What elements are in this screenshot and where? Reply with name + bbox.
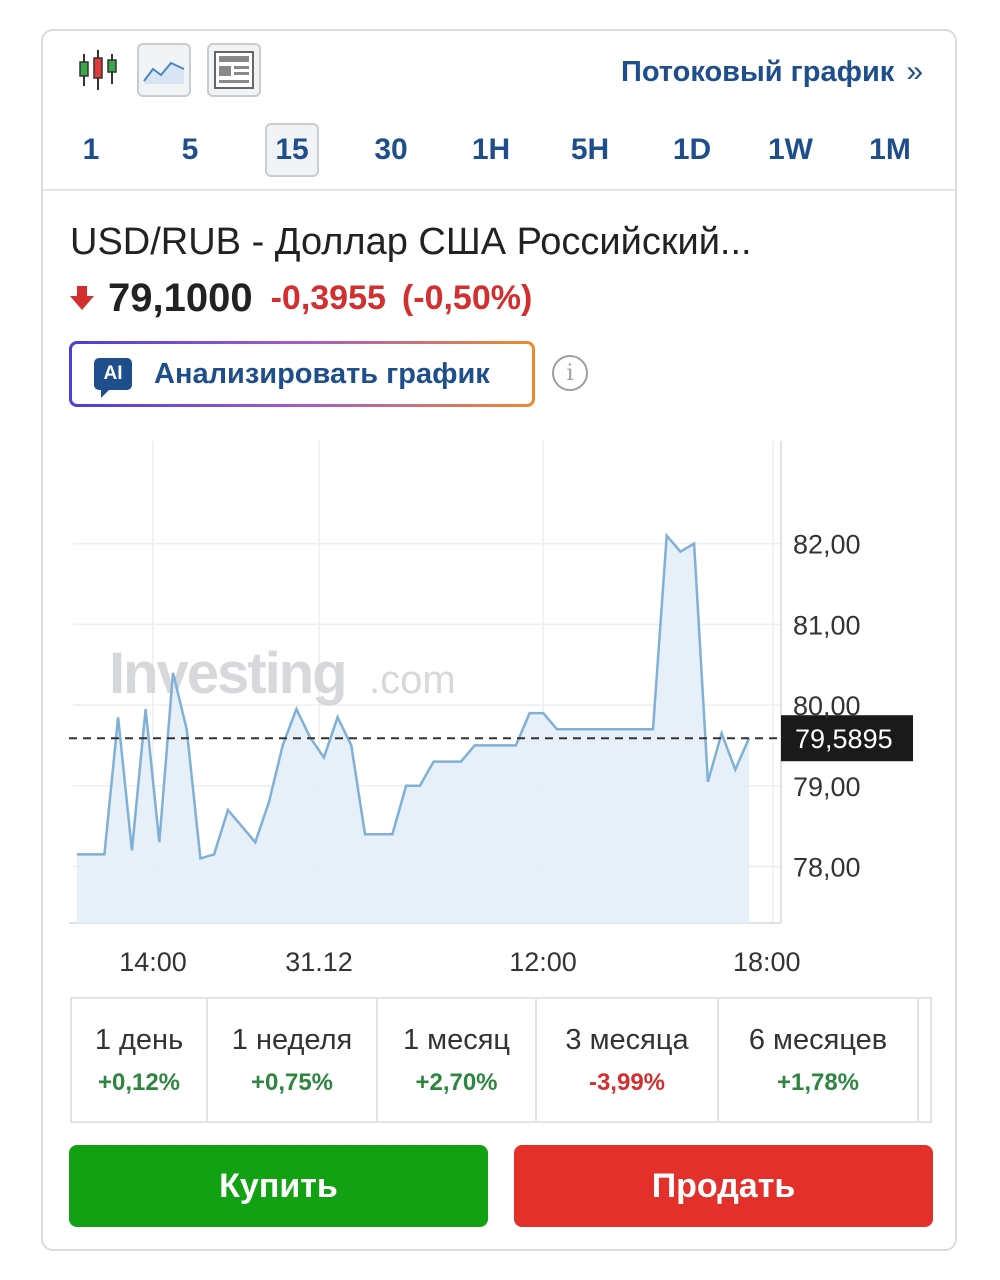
interval-30[interactable]: 30 [364,123,418,177]
x-tick-label: 31.12 [285,947,353,977]
interval-1m[interactable]: 1M [863,123,917,177]
interval-5[interactable]: 5 [163,123,217,177]
interval-selector: 1 5 15 30 1H 5H 1D 1W 1M [43,123,955,179]
x-tick-label: 18:00 [733,947,801,977]
price-chart[interactable]: Investing .com 79,5895 82,00 81,00 80,00 79… [43,441,955,981]
header-divider [43,189,955,191]
buy-button[interactable]: Купить [69,1145,488,1227]
period-name: 1 день [94,1023,184,1056]
chart-toolbar: Потоковый график » [71,41,931,101]
period-change: +1,78% [776,1068,860,1096]
period-cell[interactable]: 3 месяца -3,99% [537,999,719,1121]
interval-1d[interactable]: 1D [665,123,719,177]
period-cell[interactable]: 6 месяцев +1,78% [719,999,919,1121]
y-tick-label: 80,00 [793,691,861,721]
ai-badge-icon: AI [94,358,132,398]
interval-1[interactable]: 1 [64,123,118,177]
news-view-button[interactable] [207,43,261,97]
candlestick-chart-button[interactable] [71,43,125,97]
watermark-brand: Investing [109,641,346,706]
x-tick-label: 14:00 [119,947,187,977]
candles-icon [79,50,117,90]
analyze-chart-button[interactable]: AI Анализировать график [69,341,535,407]
x-tick-label: 12:00 [509,947,577,977]
period-cell[interactable]: 1 месяц +2,70% [378,999,537,1121]
performance-periods: 1 день +0,12% 1 неделя +0,75% 1 месяц +2,70% 3… [70,997,932,1123]
period-name: 1 неделя [231,1023,353,1056]
sell-button[interactable]: Продать [514,1145,933,1227]
interval-5h[interactable]: 5H [563,123,617,177]
period-change: -3,99% [588,1068,666,1096]
period-change: +0,12% [97,1068,181,1096]
y-axis: 82,00 81,00 80,00 79,00 78,00 [793,530,861,883]
price-row: 79,1000 -0,3955 (-0,50%) [70,275,548,321]
news-list-icon [214,51,254,89]
analyze-chart-label: Анализировать график [154,357,490,390]
price-change-percent: (-0,50%) [401,278,533,317]
y-tick-label: 82,00 [793,530,861,560]
interval-1h[interactable]: 1H [464,123,518,177]
y-tick-label: 79,00 [793,772,861,802]
interval-1w[interactable]: 1W [762,123,819,177]
info-icon[interactable]: i [552,355,588,391]
streaming-chart-link[interactable]: Потоковый график » [621,55,923,89]
area-line-icon [143,61,185,84]
y-tick-label: 81,00 [793,610,861,640]
current-price-label: 79,5895 [795,724,893,754]
period-change: +0,75% [250,1068,334,1096]
streaming-chart-label: Потоковый график [620,55,895,88]
arrow-down-icon [70,286,94,310]
interval-15[interactable]: 15 [265,123,319,177]
period-name: 3 месяца [565,1023,689,1056]
period-cell[interactable]: 1 неделя +0,75% [208,999,378,1121]
y-tick-label: 78,00 [793,853,861,883]
x-axis: 14:00 31.12 12:00 18:00 [119,947,800,977]
area-chart-button[interactable] [137,43,191,97]
instrument-card: Потоковый график » 1 5 15 30 1H 5H 1D 1W… [41,29,957,1251]
period-name: 1 месяц [402,1023,511,1056]
period-name: 6 месяцев [748,1023,888,1056]
last-price: 79,1000 [108,275,253,320]
watermark-suffix: .com [369,658,456,702]
instrument-title: USD/RUB - Доллар США Российский... [70,221,752,263]
double-chevron-right-icon: » [906,55,923,88]
period-cell[interactable]: 1 день +0,12% [72,999,208,1121]
period-change: +2,70% [415,1068,498,1096]
price-change: -0,3955 [270,278,386,317]
